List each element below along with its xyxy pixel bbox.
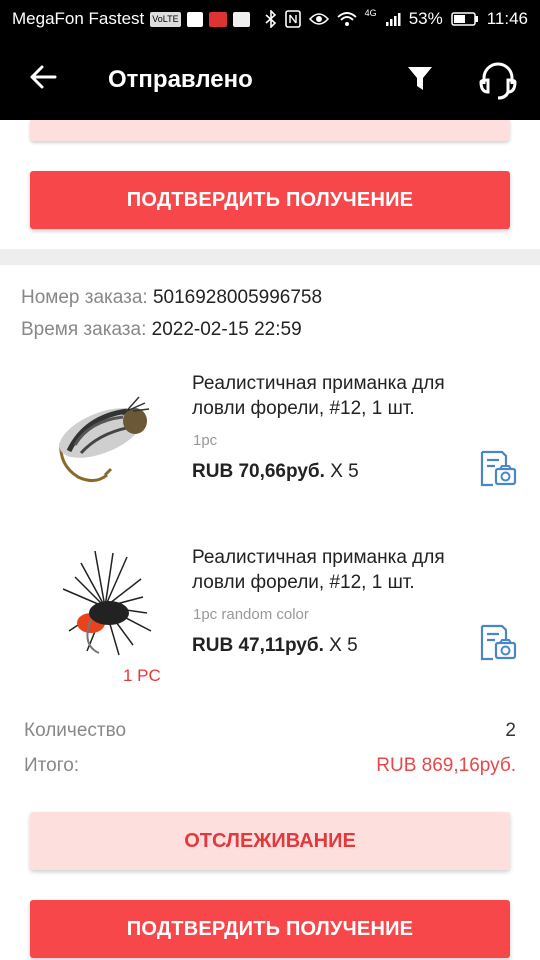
- product-image-caption: 1 PC: [123, 666, 161, 685]
- order-time-row: Время заказа: 2022-02-15 22:59: [21, 319, 302, 341]
- total-value: RUB 869,16руб.: [376, 755, 516, 776]
- clock: 11:46: [486, 9, 528, 28]
- product-quantity: X 5: [329, 635, 358, 656]
- carrier-name: MegaFon Fastest: [12, 9, 145, 28]
- eye-icon: [308, 13, 329, 25]
- order-number-row: Номер заказа: 5016928005996758: [21, 287, 322, 309]
- funnel-icon[interactable]: [405, 65, 435, 93]
- signal-icon: 4G: [364, 8, 377, 18]
- product-price-row: RUB 70,66руб. X 5: [192, 461, 359, 483]
- battery-percent: 53%: [408, 9, 443, 28]
- order-time-value: 2022-02-15 22:59: [151, 319, 302, 340]
- messenger-icon: [186, 11, 203, 27]
- total-row: Итого: RUB 869,16руб.: [24, 755, 516, 777]
- order-time-label: Время заказа:: [21, 319, 147, 340]
- confirm-receipt-button[interactable]: ПОДТВЕРДИТЬ ПОЛУЧЕНИЕ: [30, 171, 510, 229]
- product-price: RUB 47,11руб.: [192, 635, 324, 656]
- review-photo-icon[interactable]: [479, 450, 517, 488]
- signal-bars-icon: [385, 13, 401, 26]
- quantity-value: 2: [505, 720, 516, 741]
- product-price-row: RUB 47,11руб. X 5: [192, 635, 358, 657]
- headset-icon[interactable]: [476, 60, 520, 100]
- product-price: RUB 70,66руб.: [192, 461, 325, 482]
- quantity-row: Количество 2: [24, 720, 516, 742]
- fly-lure-hackle-image[interactable]: 1 PC: [23, 543, 178, 693]
- fly-lure-nymph-image[interactable]: [23, 365, 178, 515]
- quantity-label: Количество: [24, 720, 127, 741]
- review-photo-icon[interactable]: [479, 624, 517, 662]
- bluetooth-icon: [265, 10, 276, 28]
- nfc-icon: [284, 10, 301, 28]
- arrow-left-icon[interactable]: [28, 62, 58, 92]
- total-label: Итого:: [24, 755, 80, 776]
- product-title[interactable]: Реалистичная приманка для ловли форели, …: [192, 371, 492, 421]
- confirm-receipt-button[interactable]: ПОДТВЕРДИТЬ ПОЛУЧЕНИЕ: [30, 900, 510, 958]
- wifi-icon: [337, 12, 357, 26]
- status-bar: MegaFon Fastest VoLTE 4G 53% 11:46: [0, 0, 540, 38]
- order-number-value: 5016928005996758: [152, 287, 323, 308]
- product-item[interactable]: 1 PC Реалистичная приманка для ловли фор…: [0, 539, 540, 699]
- app-notification-icon: [208, 11, 227, 27]
- track-button[interactable]: ОТСЛЕЖИВАНИЕ: [30, 812, 510, 870]
- product-quantity: X 5: [330, 461, 359, 482]
- previous-order-card: ПОДТВЕРДИТЬ ПОЛУЧЕНИЕ: [0, 120, 540, 249]
- product-title[interactable]: Реалистичная приманка для ловли форели, …: [192, 545, 492, 595]
- cat-app-icon: [232, 11, 250, 27]
- product-variant: 1pc: [193, 432, 218, 449]
- battery-icon: [450, 12, 478, 26]
- app-bar: Отправлено: [0, 38, 540, 120]
- volte-icon: VoLTE: [150, 11, 181, 27]
- order-number-label: Номер заказа:: [21, 287, 148, 308]
- product-item[interactable]: Реалистичная приманка для ловли форели, …: [0, 365, 540, 525]
- track-button-partial[interactable]: [30, 120, 510, 141]
- page-title: Отправлено: [108, 66, 253, 93]
- product-variant: 1pc random color: [193, 606, 309, 623]
